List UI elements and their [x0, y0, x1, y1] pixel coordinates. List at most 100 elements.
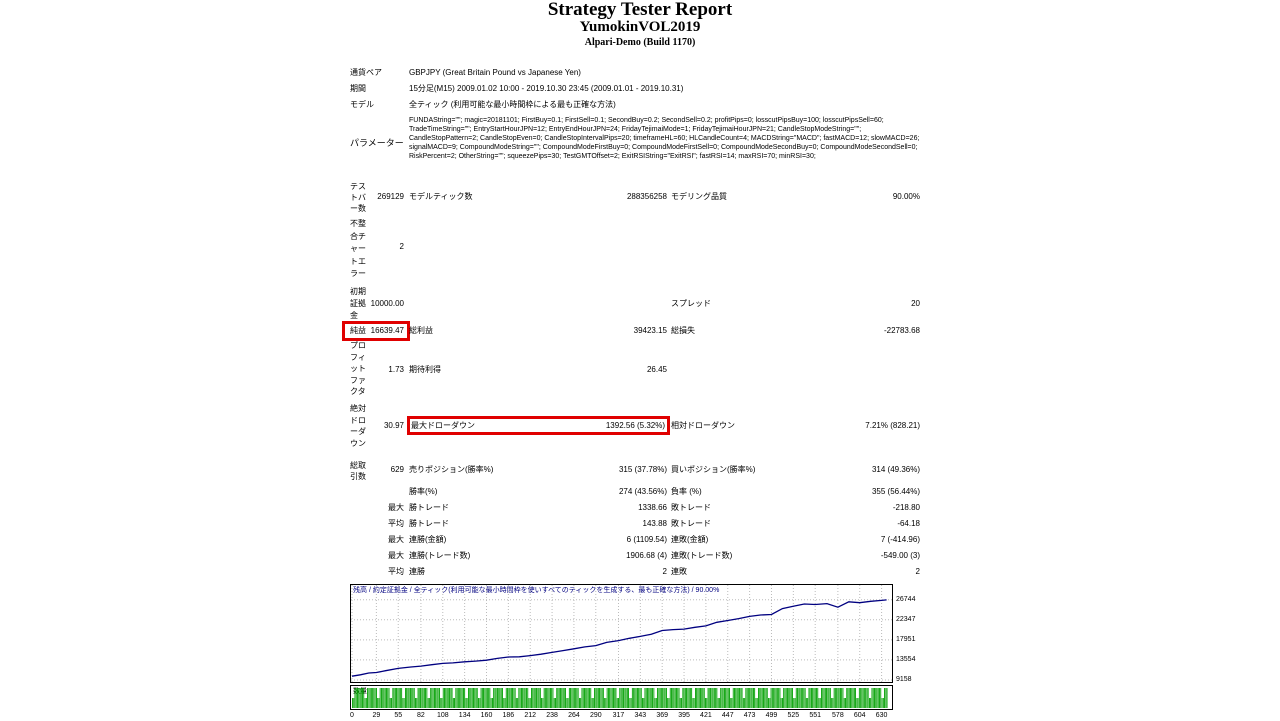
- volume-bar: [761, 688, 763, 708]
- volume-bar: [614, 688, 616, 708]
- volume-bar: [790, 688, 792, 708]
- volume-bar: [486, 688, 488, 708]
- volume-bar: [681, 698, 682, 708]
- volume-bar: [580, 698, 582, 708]
- volume-bar: [381, 688, 382, 708]
- volume-bar: [416, 698, 418, 708]
- volume-bar: [750, 688, 752, 708]
- volume-bar: [885, 688, 887, 708]
- volume-bar: [489, 688, 491, 708]
- volume-bar: [842, 688, 844, 708]
- volume-bar: [824, 688, 826, 708]
- volume-bar: [837, 688, 839, 708]
- volume-bar: [597, 688, 599, 708]
- volume-bar: [463, 688, 464, 708]
- volume-bar: [495, 688, 497, 708]
- volume-bar: [596, 688, 598, 708]
- volume-bar: [538, 688, 540, 708]
- volume-bar: [558, 688, 560, 708]
- model-value: 全ティック (利用可能な最小時間枠による最も正確な方法): [409, 100, 616, 109]
- volume-bar: [691, 688, 693, 708]
- volume-bar: [459, 688, 461, 708]
- volume-bar: [572, 688, 574, 708]
- volume-bar: [476, 688, 478, 708]
- volume-bar: [389, 698, 391, 708]
- volume-bar: [713, 688, 715, 708]
- volume-bar: [648, 688, 650, 708]
- volume-bar: [449, 688, 450, 708]
- volume-bar: [759, 688, 761, 708]
- volume-bar: [642, 698, 643, 708]
- volume-bar: [649, 688, 651, 708]
- volume-bar: [698, 688, 700, 708]
- volume-bar: [494, 688, 496, 708]
- volume-bar: [541, 698, 542, 708]
- volume-bar: [760, 688, 762, 708]
- y-tick-label: 22347: [896, 615, 916, 623]
- volume-bar: [533, 688, 535, 708]
- volume-bar: [387, 688, 389, 708]
- avg-consec-losses-label: 連敗: [671, 567, 687, 576]
- volume-bar: [418, 688, 420, 708]
- max-consec-loss-label: 連敗(トレード数): [671, 551, 733, 560]
- volume-bar: [793, 698, 795, 708]
- ticks-label: モデルティック数: [409, 192, 473, 201]
- volume-bar: [794, 698, 796, 708]
- volume-bar: [884, 688, 885, 708]
- volume-bar: [447, 688, 449, 708]
- volume-bar: [502, 688, 503, 708]
- volume-bar: [846, 688, 848, 708]
- volume-bar: [604, 698, 606, 708]
- volume-bar: [413, 688, 415, 708]
- volume-bar: [832, 698, 834, 708]
- volume-bar: [730, 698, 732, 708]
- volume-bar: [507, 688, 508, 708]
- volume-bar: [587, 688, 589, 708]
- volume-bar: [865, 688, 867, 708]
- volume-bar: [401, 688, 403, 708]
- volume-bar: [432, 688, 434, 708]
- volume-bar: [369, 688, 371, 708]
- volume-bar: [364, 698, 366, 708]
- volume-bar: [484, 688, 486, 708]
- volume-bar: [639, 688, 641, 708]
- volume-bar: [599, 688, 600, 708]
- gross-profit-value: 39423.15: [633, 326, 667, 335]
- period-value: 15分足(M15) 2009.01.02 10:00 - 2019.10.30 …: [409, 84, 684, 93]
- volume-bar: [408, 688, 410, 708]
- volume-bar: [382, 688, 384, 708]
- volume-bar: [625, 688, 627, 708]
- volume-bar: [650, 688, 652, 708]
- volume-bar: [468, 688, 469, 708]
- volume-bar: [430, 688, 432, 708]
- volume-bar: [515, 698, 517, 708]
- volume-bar: [522, 688, 524, 708]
- volume-bar: [425, 688, 426, 708]
- volume-bar: [702, 688, 704, 708]
- volume-bar: [737, 688, 739, 708]
- volume-bar: [658, 688, 660, 708]
- volume-bar: [367, 688, 368, 708]
- volume-bar: [687, 688, 689, 708]
- volume-bar: [368, 688, 370, 708]
- volume-bar: [770, 688, 772, 708]
- volume-bar: [795, 688, 797, 708]
- volume-bar: [392, 688, 394, 708]
- params-label: パラメーター: [350, 138, 404, 148]
- volume-bar: [383, 688, 385, 708]
- volume-bar: [666, 688, 667, 708]
- volume-bar: [478, 698, 479, 708]
- volume-bar: [692, 698, 694, 708]
- volume-bar: [567, 698, 569, 708]
- volume-bar: [557, 688, 559, 708]
- volume-bar: [710, 688, 711, 708]
- model-label: モデル: [350, 100, 374, 109]
- volume-bar: [571, 688, 573, 708]
- volume-bar: [426, 688, 428, 708]
- volume-bar: [797, 688, 798, 708]
- average-prefix: 平均: [388, 519, 404, 528]
- volume-bar: [552, 688, 554, 708]
- volume-bar: [745, 688, 747, 708]
- volume-bar: [480, 688, 482, 708]
- volume-bar: [754, 688, 756, 708]
